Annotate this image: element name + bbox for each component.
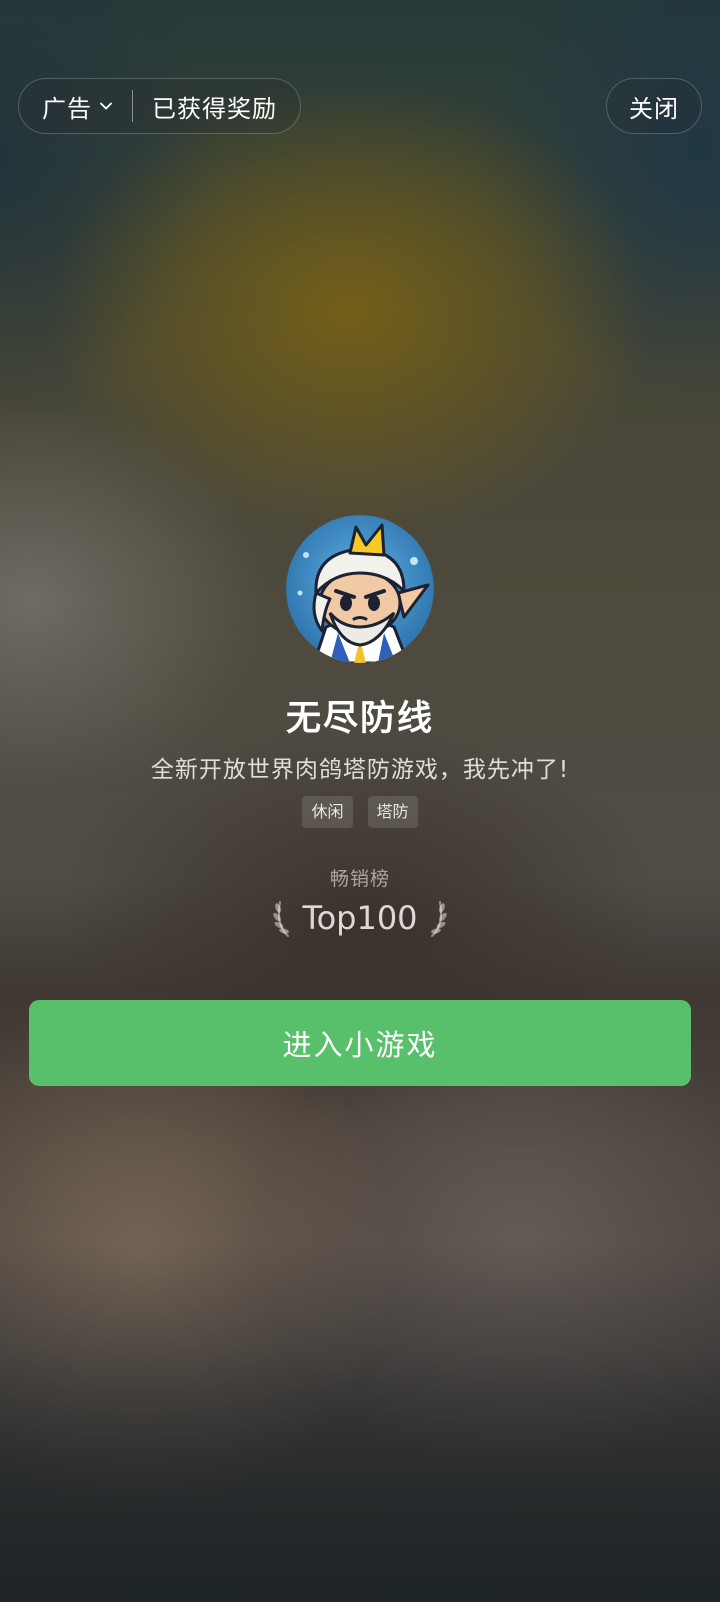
ad-info-pill: 广告 已获得奖励 (18, 78, 301, 134)
reward-status-label: 已获得奖励 (152, 94, 277, 123)
laurel-right-icon (430, 901, 447, 937)
game-tags: 休闲 塔防 (0, 796, 720, 828)
laurel-left-icon (273, 901, 290, 937)
game-title: 无尽防线 (285, 699, 434, 739)
close-button[interactable]: 关闭 (606, 78, 702, 134)
game-avatar-image (286, 515, 434, 663)
ad-label: 广告 (42, 94, 92, 123)
ad-menu-button[interactable]: 广告 (19, 79, 132, 133)
ranking-value: Top100 (302, 899, 418, 937)
tag-tower-defense: 塔防 (367, 796, 418, 828)
enter-mini-game-button[interactable]: 进入小游戏 (29, 1000, 691, 1086)
ranking-badge: Top100 (0, 898, 720, 938)
ranking-label: 畅销榜 (329, 868, 390, 890)
background-shade (0, 1242, 720, 1602)
chevron-down-icon (100, 102, 112, 110)
game-description: 全新开放世界肉鸽塔防游戏，我先冲了! (150, 757, 570, 783)
game-avatar (286, 515, 434, 663)
tag-casual: 休闲 (302, 796, 353, 828)
